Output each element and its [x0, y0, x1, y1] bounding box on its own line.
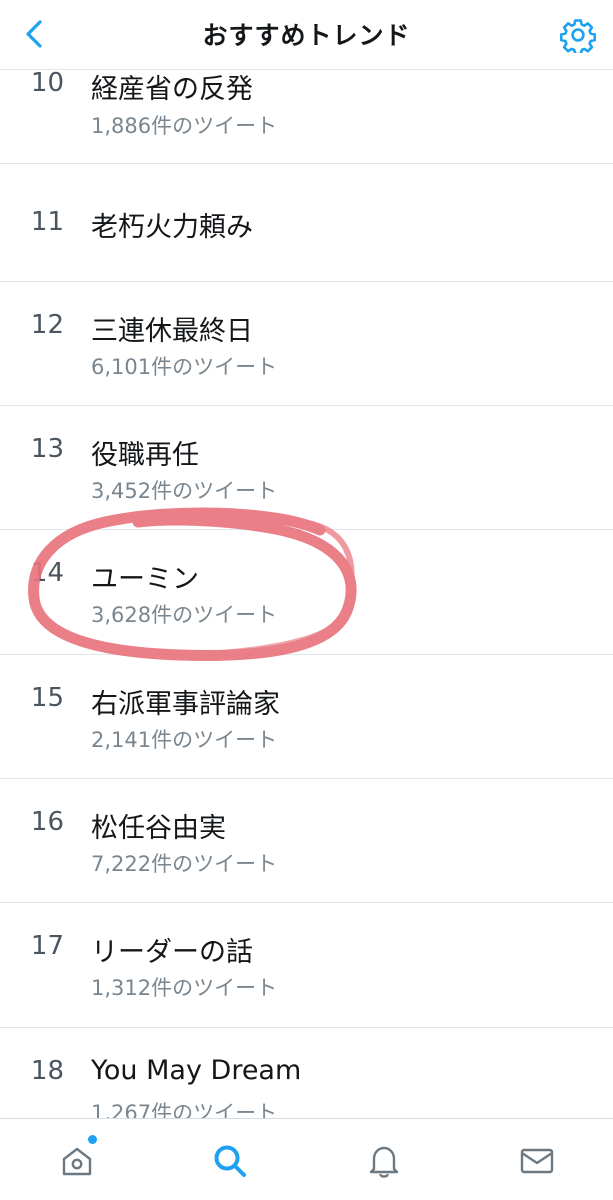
trend-tweet-count: 7,222件のツイート [91, 852, 278, 876]
trend-rank: 11 [30, 207, 64, 237]
trend-rank: 18 [30, 1056, 64, 1086]
trend-tweet-count: 6,101件のツイート [91, 355, 278, 379]
trend-row-14[interactable]: 14 ユーミン 3,628件のツイート [0, 530, 613, 655]
trend-row-10[interactable]: 10 経産省の反発 1,886件のツイート [0, 70, 613, 164]
trend-name: 三連休最終日 [91, 316, 253, 347]
trend-name: 経産省の反発 [91, 74, 253, 105]
tab-search[interactable] [200, 1133, 260, 1189]
trend-rank: 16 [30, 807, 64, 837]
trend-list: 10 経産省の反発 1,886件のツイート 11 老朽火力頼み 12 三連休最終… [0, 70, 613, 1118]
trend-row-12[interactable]: 12 三連休最終日 6,101件のツイート [0, 282, 613, 406]
gear-icon [560, 19, 596, 53]
trend-name: You May Dream [91, 1055, 302, 1086]
trend-rank: 14 [30, 558, 64, 588]
trend-rank: 10 [30, 70, 64, 98]
trend-row-13[interactable]: 13 役職再任 3,452件のツイート [0, 406, 613, 530]
trend-tweet-count: 1,312件のツイート [91, 976, 278, 1000]
trend-rank: 15 [30, 683, 64, 713]
trend-tweet-count: 3,452件のツイート [91, 479, 278, 503]
notification-dot [88, 1135, 97, 1144]
trend-tweet-count: 3,628件のツイート [91, 603, 278, 627]
trend-name: 老朽火力頼み [91, 212, 253, 243]
page-title: おすすめトレンド [202, 21, 411, 50]
bell-icon [369, 1146, 399, 1178]
trend-name: 役職再任 [91, 440, 199, 471]
trend-tweet-count: 1,886件のツイート [91, 114, 278, 138]
tab-home[interactable] [47, 1133, 107, 1189]
trend-name: 右派軍事評論家 [91, 689, 280, 720]
home-icon [62, 1147, 92, 1176]
bottom-tab-bar [0, 1118, 613, 1200]
settings-button[interactable] [555, 12, 601, 58]
trend-row-15[interactable]: 15 右派軍事評論家 2,141件のツイート [0, 655, 613, 779]
tab-notifications[interactable] [354, 1133, 414, 1189]
tab-messages[interactable] [507, 1133, 567, 1189]
trend-row-11[interactable]: 11 老朽火力頼み [0, 164, 613, 282]
trend-row-18[interactable]: 18 You May Dream 1,267件のツイート [0, 1028, 613, 1118]
trend-tweet-count: 2,141件のツイート [91, 728, 278, 752]
top-navigation-bar: おすすめトレンド [0, 0, 613, 70]
trend-row-17[interactable]: 17 リーダーの話 1,312件のツイート [0, 903, 613, 1028]
trend-rank: 13 [30, 434, 64, 464]
trend-name: ユーミン [91, 564, 199, 595]
trend-rank: 17 [30, 931, 64, 961]
trend-row-16[interactable]: 16 松任谷由実 7,222件のツイート [0, 779, 613, 903]
trend-rank: 12 [30, 310, 64, 340]
search-icon [214, 1145, 246, 1177]
mail-icon [520, 1148, 554, 1174]
trend-tweet-count: 1,267件のツイート [91, 1101, 278, 1118]
trend-name: 松任谷由実 [91, 813, 226, 844]
trend-name: リーダーの話 [91, 937, 253, 968]
